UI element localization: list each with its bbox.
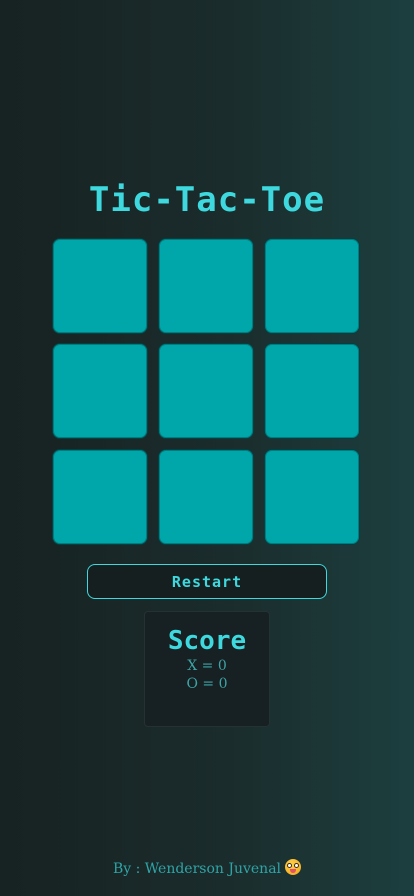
board-cell-5[interactable] xyxy=(158,343,254,439)
board-cell-4[interactable] xyxy=(52,343,148,439)
board-cell-3[interactable] xyxy=(264,238,360,334)
zany-face-icon xyxy=(285,859,302,875)
footer-credit: By : Wenderson Juvenal xyxy=(0,858,414,880)
game-board xyxy=(52,238,362,548)
score-title: Score xyxy=(167,626,247,656)
footer-text: By : Wenderson Juvenal xyxy=(112,861,282,877)
board-cell-1[interactable] xyxy=(52,238,148,334)
score-panel: Score X = 0 O = 0 xyxy=(144,611,270,727)
board-cell-9[interactable] xyxy=(264,449,360,545)
restart-button[interactable]: Restart xyxy=(87,564,327,599)
board-cell-6[interactable] xyxy=(264,343,360,439)
game-title: Tic-Tac-Toe xyxy=(88,180,326,220)
board-cell-7[interactable] xyxy=(52,449,148,545)
score-x: X = 0 xyxy=(187,658,227,674)
board-cell-8[interactable] xyxy=(158,449,254,545)
score-o: O = 0 xyxy=(186,676,228,692)
board-cell-2[interactable] xyxy=(158,238,254,334)
